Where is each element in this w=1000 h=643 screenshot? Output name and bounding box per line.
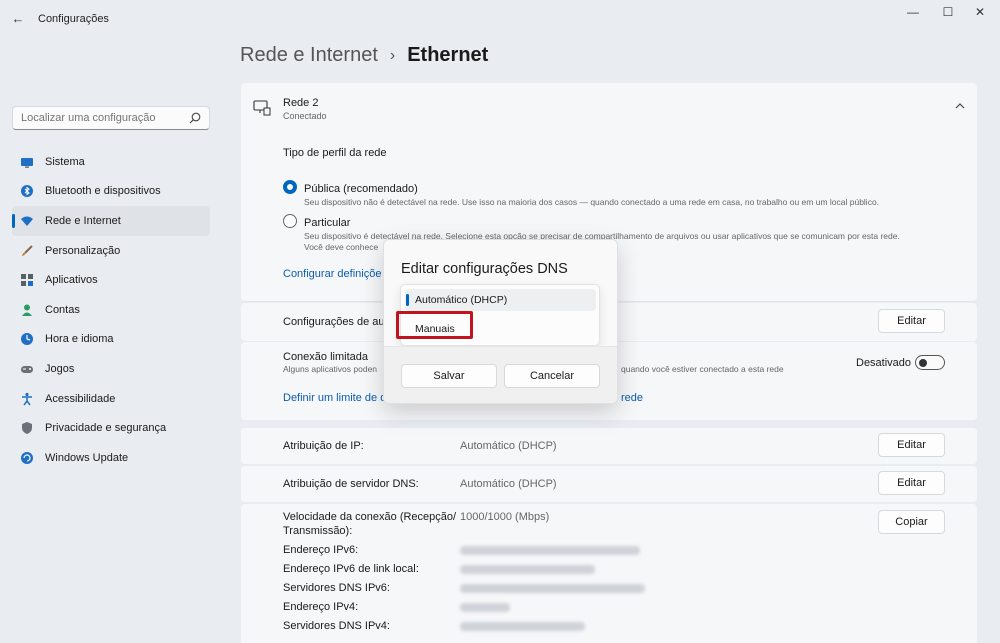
title-bar: ← Configurações — ☐ ✕ (0, 0, 1000, 36)
sidebar-item-privacidade[interactable]: Privacidade e segurança (12, 413, 210, 443)
save-button[interactable]: Salvar (401, 364, 497, 388)
radio-private[interactable] (283, 214, 297, 228)
dns-mode-dropdown[interactable]: Automático (DHCP) Manuais (400, 284, 600, 346)
speed-value: 1000/1000 (Mbps) (460, 511, 550, 523)
sidebar-item-label: Bluetooth e dispositivos (45, 185, 161, 198)
sidebar-item-label: Sistema (45, 155, 85, 168)
properties-card: Velocidade da conexão (Recepção/ Transmi… (241, 504, 977, 643)
sidebar-nav: Sistema Bluetooth e dispositivos Rede e … (12, 147, 210, 473)
person-icon (20, 303, 34, 317)
sidebar-item-jogos[interactable]: Jogos (12, 354, 210, 384)
edit-dns-dialog: Editar configurações DNS Automático (DHC… (383, 239, 618, 404)
apps-icon (20, 273, 34, 287)
brush-icon (20, 244, 34, 258)
close-button[interactable]: ✕ (962, 4, 998, 20)
metered-state: Desativado (856, 357, 912, 369)
data-limit-link-right[interactable]: rede (621, 392, 643, 404)
radio-public[interactable] (283, 180, 297, 194)
sidebar-item-label: Windows Update (45, 451, 129, 464)
dns-ipv6-label: Servidores DNS IPv6: (283, 582, 390, 594)
sidebar-item-label: Contas (45, 303, 80, 316)
bluetooth-icon (20, 184, 34, 198)
dns-ipv4-label: Servidores DNS IPv4: (283, 620, 390, 632)
sidebar-item-sistema[interactable]: Sistema (12, 147, 210, 177)
update-icon (20, 451, 34, 465)
breadcrumb-parent[interactable]: Rede e Internet (240, 44, 378, 67)
copy-button[interactable]: Copiar (878, 510, 945, 534)
chevron-up-icon[interactable] (953, 99, 967, 113)
maximize-button[interactable]: ☐ (930, 4, 966, 20)
metered-desc: Alguns aplicativos poden (283, 364, 378, 374)
sidebar-item-contas[interactable]: Contas (12, 295, 210, 325)
configure-link[interactable]: Configurar definiçõe (283, 268, 381, 280)
network-status: Conectado (283, 111, 327, 121)
sidebar-item-bluetooth[interactable]: Bluetooth e dispositivos (12, 177, 210, 207)
dns-value: Automático (DHCP) (460, 478, 557, 490)
sidebar-item-label: Personalização (45, 244, 121, 257)
cancel-button[interactable]: Cancelar (504, 364, 600, 388)
metered-label: Conexão limitada (283, 351, 368, 363)
page-title: Ethernet (407, 44, 489, 66)
wifi-icon (20, 214, 34, 228)
sidebar-item-label: Jogos (45, 362, 75, 375)
ip-value: Automático (DHCP) (460, 440, 557, 452)
arrow-left-icon[interactable]: ← (10, 11, 26, 27)
auth-label: Configurações de aut (283, 316, 388, 328)
ip-label: Atribuição de IP: (283, 440, 364, 452)
shield-icon (20, 421, 34, 435)
ipv6-link-label: Endereço IPv6 de link local: (283, 563, 419, 575)
ipv6-link-redacted (460, 565, 595, 574)
sidebar-item-personalizacao[interactable]: Personalização (12, 236, 210, 266)
sidebar-item-windows-update[interactable]: Windows Update (12, 443, 210, 473)
sidebar-item-aplicativos[interactable]: Aplicativos (12, 265, 210, 295)
profile-title: Tipo de perfil da rede (283, 147, 387, 159)
search-input[interactable] (13, 107, 183, 129)
sidebar-item-acessibilidade[interactable]: Acessibilidade (12, 384, 210, 414)
dialog-title: Editar configurações DNS (401, 261, 568, 277)
ipv4-label: Endereço IPv4: (283, 601, 359, 613)
app-title: Configurações (38, 13, 109, 25)
ip-row: Atribuição de IP: Automático (DHCP) Edit… (241, 428, 977, 464)
dropdown-option-manual[interactable]: Manuais (405, 318, 596, 340)
public-desc: Seu dispositivo não é detectável na rede… (304, 197, 880, 207)
ip-edit-button[interactable]: Editar (878, 433, 945, 457)
speed-label: Velocidade da conexão (Recepção/ (283, 511, 457, 523)
sidebar-item-label: Acessibilidade (45, 392, 116, 405)
gamepad-icon (20, 362, 34, 376)
ipv6-redacted (460, 546, 640, 555)
dns-label: Atribuição de servidor DNS: (283, 478, 419, 490)
dns-ipv6-redacted (460, 584, 645, 593)
accessibility-icon (20, 392, 34, 406)
ethernet-icon (253, 100, 271, 116)
dns-ipv4-redacted (460, 622, 585, 631)
breadcrumb: Rede e Internet › Ethernet (240, 44, 488, 67)
metered-desc-right: quando você estiver conectado a esta red… (621, 364, 784, 374)
sidebar-item-label: Rede e Internet (45, 214, 121, 227)
search-icon[interactable] (188, 111, 202, 125)
sidebar-item-label: Aplicativos (45, 274, 98, 287)
metered-toggle[interactable] (915, 355, 945, 370)
sidebar-item-rede-internet[interactable]: Rede e Internet (12, 206, 210, 236)
data-limit-link[interactable]: Definir um limite de d (283, 392, 386, 404)
search-box[interactable] (12, 106, 210, 130)
public-label: Pública (recomendado) (304, 183, 418, 195)
speed-label-2: Transmissão): (283, 525, 353, 537)
sidebar-item-hora-idioma[interactable]: Hora e idioma (12, 325, 210, 355)
ipv6-label: Endereço IPv6: (283, 544, 359, 556)
private-desc-2: Você deve conhece (304, 242, 379, 252)
dns-row: Atribuição de servidor DNS: Automático (… (241, 466, 977, 502)
dns-edit-button[interactable]: Editar (878, 471, 945, 495)
dropdown-option-automatic[interactable]: Automático (DHCP) (405, 289, 596, 311)
private-label: Particular (304, 217, 351, 229)
monitor-icon (20, 155, 34, 169)
ipv4-redacted (460, 603, 510, 612)
clock-globe-icon (20, 332, 34, 346)
breadcrumb-separator: › (389, 46, 396, 64)
auth-edit-button[interactable]: Editar (878, 309, 945, 333)
sidebar-item-label: Hora e idioma (45, 333, 114, 346)
minimize-button[interactable]: — (895, 4, 931, 20)
sidebar-item-label: Privacidade e segurança (45, 422, 167, 435)
network-name: Rede 2 (283, 97, 319, 109)
